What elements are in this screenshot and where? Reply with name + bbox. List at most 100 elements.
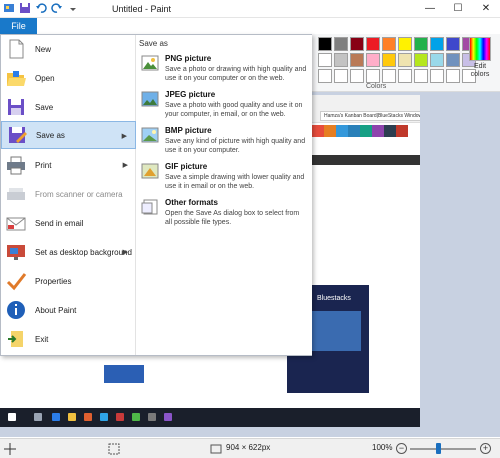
save-as-gif[interactable]: GIF picture Save a simple drawing with l… (137, 161, 312, 199)
color-swatch[interactable] (446, 53, 460, 67)
color-swatch[interactable] (414, 69, 428, 83)
color-palette (318, 37, 476, 83)
save-as-submenu: Save as PNG picture Save a photo or draw… (137, 35, 312, 355)
color-swatch[interactable] (350, 53, 364, 67)
properties-check-icon (5, 270, 27, 292)
window-title: Untitled - Paint (112, 4, 172, 14)
open-folder-icon (5, 67, 27, 89)
zoom-slider[interactable] (410, 448, 476, 450)
save-as-icon (6, 124, 28, 146)
app-icon-4 (164, 413, 172, 421)
color-swatch[interactable] (334, 69, 348, 83)
email-icon (5, 212, 27, 234)
minimize-button[interactable]: — (416, 0, 444, 18)
submenu-arrow-icon: ▶ (122, 162, 128, 169)
color-swatch[interactable] (414, 53, 428, 67)
colors-group-label: Colors (366, 83, 387, 90)
title-bar: Untitled - Paint — ☐ ✕ (0, 0, 500, 18)
menu-item-from-scanner[interactable]: From scanner or camera (1, 180, 136, 208)
menu-item-properties[interactable]: Properties (1, 267, 136, 295)
windows-taskbar-image (0, 408, 420, 427)
edit-colors-button[interactable]: Edit colors (464, 37, 496, 79)
color-swatch[interactable] (430, 53, 444, 67)
maximize-button[interactable]: ☐ (444, 0, 472, 18)
selection-size-icon (108, 443, 120, 457)
zoom-slider-thumb[interactable] (436, 443, 441, 454)
color-swatch[interactable] (366, 69, 380, 83)
file-menu-commands: New Open Save Save as ▶ Print ▶ From sca… (1, 35, 136, 355)
save-as-bmp[interactable]: BMP picture Save any kind of picture wit… (137, 125, 312, 163)
color-swatch[interactable] (382, 69, 396, 83)
start-icon (8, 413, 16, 421)
printer-icon (5, 154, 27, 176)
customize-toolbar-icon[interactable] (67, 2, 79, 14)
color-swatch[interactable] (318, 53, 332, 67)
png-picture-icon (141, 55, 159, 71)
save-as-png[interactable]: PNG picture Save a photo or drawing with… (137, 53, 312, 91)
menu-item-open[interactable]: Open (1, 64, 136, 92)
color-swatch[interactable] (350, 37, 364, 51)
color-swatch[interactable] (366, 37, 380, 51)
new-file-icon (5, 38, 27, 60)
color-swatch[interactable] (334, 53, 348, 67)
ribbon-tab-row (0, 18, 500, 34)
gif-picture-icon (141, 163, 159, 179)
save-as-other-formats[interactable]: Other formats Open the Save As dialog bo… (137, 197, 312, 235)
desktop-background-icon (5, 241, 27, 263)
color-swatch[interactable] (318, 37, 332, 51)
browser-url-text: Hamza's Kanban Board|BlueStacks Windows … (320, 111, 420, 121)
menu-item-send-email[interactable]: Send in email (1, 209, 136, 237)
banner-image (104, 365, 144, 383)
file-tab[interactable]: File (0, 18, 37, 34)
color-swatch[interactable] (430, 69, 444, 83)
color-swatch[interactable] (382, 37, 396, 51)
bmp-picture-icon (141, 127, 159, 143)
save-as-jpeg[interactable]: JPEG picture Save a photo with good qual… (137, 89, 312, 127)
menu-item-exit[interactable]: Exit (1, 325, 136, 353)
submenu-arrow-icon: ▶ (121, 133, 127, 140)
image-dimensions: 904 × 622px (226, 443, 271, 452)
zoom-out-button[interactable]: − (396, 443, 407, 454)
save-disk-icon (5, 96, 27, 118)
color-swatch[interactable] (350, 69, 364, 83)
paint-app-icon (3, 2, 15, 14)
color-swatch[interactable] (414, 37, 428, 51)
undo-icon[interactable] (35, 2, 47, 14)
app-icon-3 (148, 413, 156, 421)
image-size-icon (210, 443, 222, 457)
save-as-heading: Save as (139, 39, 168, 48)
exit-icon (5, 328, 27, 350)
zoom-in-button[interactable]: + (480, 443, 491, 454)
close-button[interactable]: ✕ (472, 0, 500, 18)
menu-item-print[interactable]: Print ▶ (1, 151, 136, 179)
submenu-arrow-icon: ▶ (122, 249, 128, 256)
color-swatch[interactable] (446, 69, 460, 83)
info-icon (5, 299, 27, 321)
page-header-band (312, 155, 420, 165)
menu-item-new[interactable]: New (1, 35, 136, 63)
zoom-level: 100% (372, 443, 393, 452)
edit-colors-label: Edit colors (470, 63, 490, 78)
cursor-position-icon (4, 443, 16, 457)
color-swatch[interactable] (398, 53, 412, 67)
color-swatch[interactable] (334, 37, 348, 51)
menu-item-set-desktop-background[interactable]: Set as desktop background ▶ (1, 238, 136, 266)
tile-row-image (312, 125, 408, 137)
color-swatch[interactable] (446, 37, 460, 51)
color-swatch[interactable] (430, 37, 444, 51)
menu-item-save[interactable]: Save (1, 93, 136, 121)
status-bar: 904 × 622px 100% − + (0, 438, 500, 458)
menu-item-about[interactable]: About Paint (1, 296, 136, 324)
bluestacks-panel-title: Bluestacks (317, 295, 351, 302)
redo-icon[interactable] (51, 2, 63, 14)
explorer-icon (68, 413, 76, 421)
color-swatch[interactable] (398, 69, 412, 83)
color-swatch[interactable] (366, 53, 380, 67)
menu-item-save-as[interactable]: Save as ▶ (1, 121, 136, 149)
color-swatch[interactable] (398, 37, 412, 51)
save-icon[interactable] (19, 2, 31, 14)
color-swatch[interactable] (318, 69, 332, 83)
store-icon (84, 413, 92, 421)
app-icon (116, 413, 124, 421)
color-swatch[interactable] (382, 53, 396, 67)
